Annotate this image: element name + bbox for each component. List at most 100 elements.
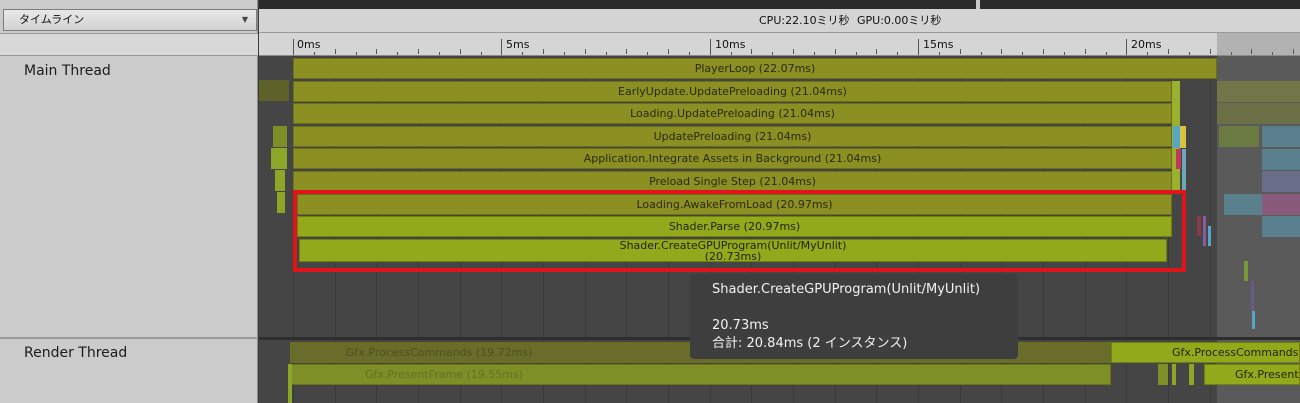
child-marker[interactable] <box>1197 216 1201 236</box>
ruler-minor-tick <box>460 49 461 54</box>
render-child-marker[interactable] <box>1172 364 1176 385</box>
prev-frame-marker[interactable] <box>259 80 289 101</box>
child-marker[interactable] <box>1244 261 1248 281</box>
marker-player-loop[interactable]: PlayerLoop (22.07ms) <box>293 58 1217 79</box>
ruler-half-tick <box>981 52 982 55</box>
child-marker[interactable] <box>1176 149 1181 169</box>
tooltip-title: Shader.CreateGPUProgram(Unlit/MyUnlit) <box>712 282 981 297</box>
child-marker[interactable] <box>1180 126 1186 148</box>
thread-list-header <box>0 33 258 56</box>
prev-frame-marker[interactable] <box>271 148 287 169</box>
ruler-label: 0ms <box>297 38 321 51</box>
thread-list-panel <box>0 0 258 403</box>
time-ruler[interactable]: 0ms 5ms 10ms 15ms 20ms <box>259 33 1300 56</box>
ruler-half-tick <box>356 52 357 55</box>
ruler-major-tick <box>710 39 711 55</box>
ruler-minor-tick <box>1085 49 1086 54</box>
dropdown-arrow-icon: ▼ <box>241 15 248 24</box>
ruler-half-tick <box>731 52 732 55</box>
marker-preload-single-step[interactable]: Preload Single Step (21.04ms) <box>293 171 1172 192</box>
marker-gfx-present-frame[interactable]: Gfx.PresentFrame (19.55ms) <box>290 364 1111 385</box>
view-mode-dropdown[interactable]: タイムライン ▼ <box>3 9 257 31</box>
ruler-half-tick <box>481 52 482 55</box>
ruler-half-tick <box>897 52 898 55</box>
ruler-minor-tick <box>960 49 961 54</box>
ruler-minor-tick <box>543 49 544 54</box>
child-marker[interactable] <box>1251 281 1254 311</box>
ruler-minor-tick <box>668 49 669 54</box>
ruler-half-tick <box>939 52 940 55</box>
next-frame-marker[interactable] <box>1224 194 1262 215</box>
render-child-marker[interactable] <box>1189 364 1194 385</box>
next-frame-marker[interactable] <box>1219 126 1259 147</box>
ruler-minor-tick <box>1210 49 1211 54</box>
prev-frame-marker[interactable] <box>277 192 285 213</box>
marker-gfx-present-next[interactable]: Gfx.Present <box>1204 364 1300 385</box>
ruler-half-tick <box>314 52 315 55</box>
ruler-minor-tick <box>1001 49 1002 54</box>
ruler-label: 20ms <box>1131 38 1162 51</box>
ruler-minor-tick <box>1043 49 1044 54</box>
ruler-half-tick <box>1147 52 1148 55</box>
ruler-half-tick <box>606 52 607 55</box>
ruler-half-tick <box>1022 52 1023 55</box>
next-frame-marker[interactable] <box>1262 126 1300 147</box>
marker-early-update-preloading[interactable]: EarlyUpdate.UpdatePreloading (21.04ms) <box>293 81 1172 102</box>
ruler-label: 5ms <box>506 38 530 51</box>
marker-loading-update-preloading[interactable]: Loading.UpdatePreloading (21.04ms) <box>293 103 1172 124</box>
ruler-minor-tick <box>418 49 419 54</box>
ruler-label: 10ms <box>715 38 746 51</box>
ruler-major-tick <box>501 39 502 55</box>
ruler-out-of-frame-region <box>1217 33 1300 55</box>
ruler-half-tick <box>647 52 648 55</box>
marker-update-preloading[interactable]: UpdatePreloading (21.04ms) <box>293 126 1172 147</box>
view-mode-label: タイムライン <box>19 13 85 26</box>
thread-divider <box>0 337 258 339</box>
next-frame-marker[interactable] <box>1217 103 1300 124</box>
next-frame-marker[interactable] <box>1262 216 1300 237</box>
marker-integrate-assets[interactable]: Application.Integrate Assets in Backgrou… <box>293 148 1172 169</box>
ruler-half-tick <box>1231 52 1232 55</box>
ruler-half-tick <box>397 52 398 55</box>
next-frame-marker[interactable] <box>1262 194 1300 215</box>
marker-gfx-process-commands-next[interactable]: Gfx.ProcessCommands <box>1111 342 1300 363</box>
child-marker[interactable] <box>1182 149 1186 194</box>
ruler-half-tick <box>772 52 773 55</box>
ruler-minor-tick <box>585 49 586 54</box>
render-child-marker[interactable] <box>1158 364 1168 385</box>
selection-highlight-box <box>293 190 1186 272</box>
child-marker[interactable] <box>1252 311 1255 329</box>
ruler-major-tick <box>293 39 294 55</box>
ruler-half-tick <box>856 52 857 55</box>
main-thread-label[interactable]: Main Thread <box>24 63 111 79</box>
frame-chart-strip[interactable] <box>259 0 1300 9</box>
prev-frame-marker[interactable] <box>275 170 285 191</box>
tooltip-total: 合計: 20.84ms (2 インスタンス) <box>712 336 908 351</box>
ruler-minor-tick <box>1251 49 1252 54</box>
ruler-half-tick <box>1189 52 1190 55</box>
child-marker[interactable] <box>1203 216 1206 246</box>
ruler-half-tick <box>439 52 440 55</box>
render-thread-label[interactable]: Render Thread <box>24 345 127 361</box>
ruler-minor-tick <box>376 49 377 54</box>
ruler-half-tick <box>1272 52 1273 55</box>
tooltip-duration: 20.73ms <box>712 318 769 333</box>
ruler-half-tick <box>564 52 565 55</box>
next-frame-marker[interactable] <box>1217 81 1300 102</box>
next-frame-marker[interactable] <box>1262 171 1300 192</box>
child-marker[interactable] <box>1208 226 1211 246</box>
ruler-minor-tick <box>1168 49 1169 54</box>
ruler-major-tick <box>918 39 919 55</box>
render-child-marker[interactable] <box>288 364 292 403</box>
next-frame-marker[interactable] <box>1262 149 1300 170</box>
ruler-minor-tick <box>793 49 794 54</box>
frame-stats-bar: CPU:22.10ミリ秒 GPU:0.00ミリ秒 <box>259 9 1300 33</box>
ruler-minor-tick <box>335 49 336 54</box>
marker-tooltip: Shader.CreateGPUProgram(Unlit/MyUnlit) 2… <box>690 274 1018 359</box>
ruler-half-tick <box>1064 52 1065 55</box>
child-marker[interactable] <box>1173 126 1180 148</box>
gpu-time-label: GPU:0.00ミリ秒 <box>857 14 942 27</box>
prev-frame-marker[interactable] <box>273 126 287 147</box>
ruler-minor-tick <box>835 49 836 54</box>
ruler-minor-tick <box>751 49 752 54</box>
